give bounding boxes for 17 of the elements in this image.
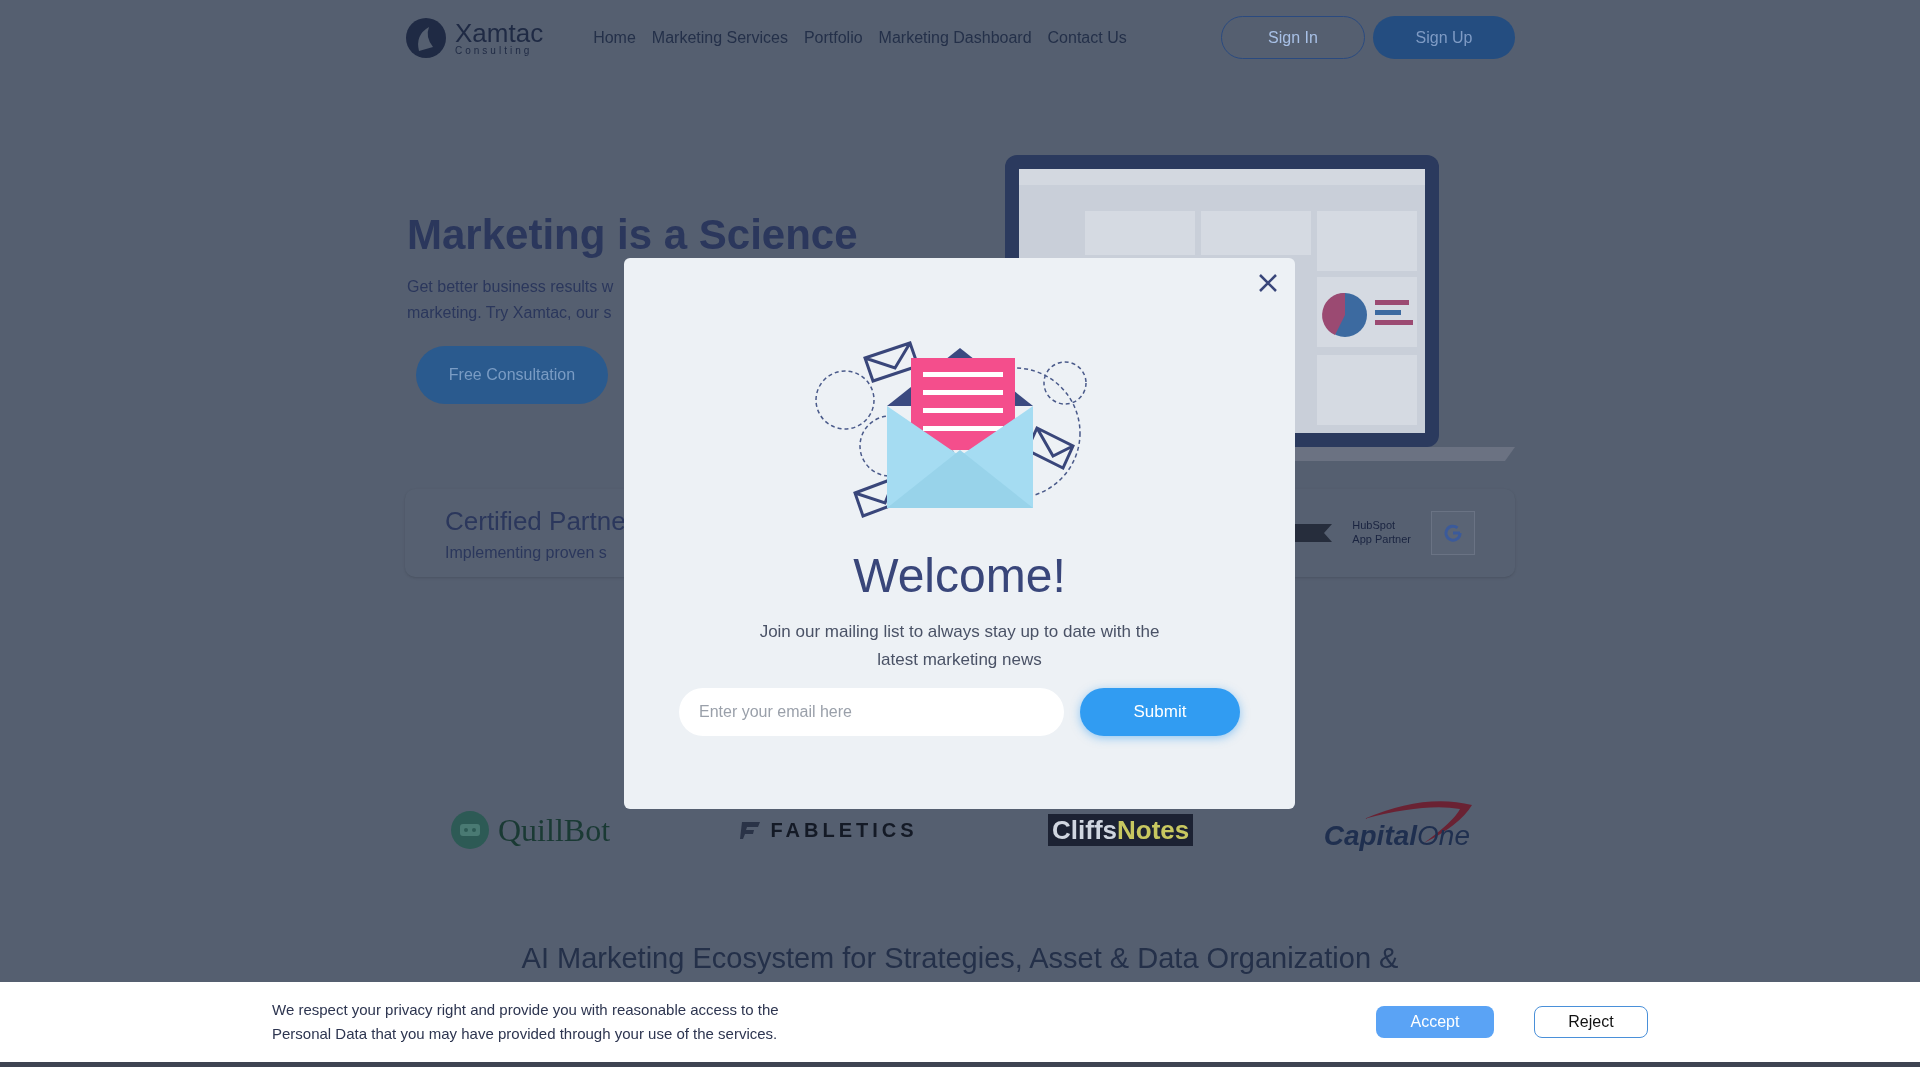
cookie-text: We respect your privacy right and provide you with reasonable access to the Personal Data that you may have provided through your use of the services. [272, 1000, 780, 1044]
quillbot-logo: QuillBot [450, 806, 610, 854]
google-icon [1444, 524, 1462, 542]
close-icon [1259, 274, 1277, 292]
robot-icon [450, 810, 490, 850]
reject-button[interactable]: Reject [1534, 1006, 1648, 1038]
cliffsnotes-logo: CliffsNotes [1048, 813, 1194, 847]
free-consultation-button[interactable]: Free Consultation [416, 346, 608, 404]
hubspot-label: HubSpot [1352, 519, 1397, 533]
sign-up-button[interactable]: Sign Up [1373, 16, 1515, 59]
accept-button[interactable]: Accept [1376, 1006, 1494, 1038]
modal-text: Join our mailing list to always stay up to date with the latest marketing news [758, 621, 1161, 671]
fabletics-logo: FABLETICS [740, 815, 918, 845]
submit-button[interactable]: Submit [1080, 688, 1240, 736]
email-input[interactable]: Enter your email here [679, 688, 1064, 736]
hubspot-label: App Partner [1352, 533, 1411, 547]
modal-title: Welcome! [853, 548, 1066, 604]
